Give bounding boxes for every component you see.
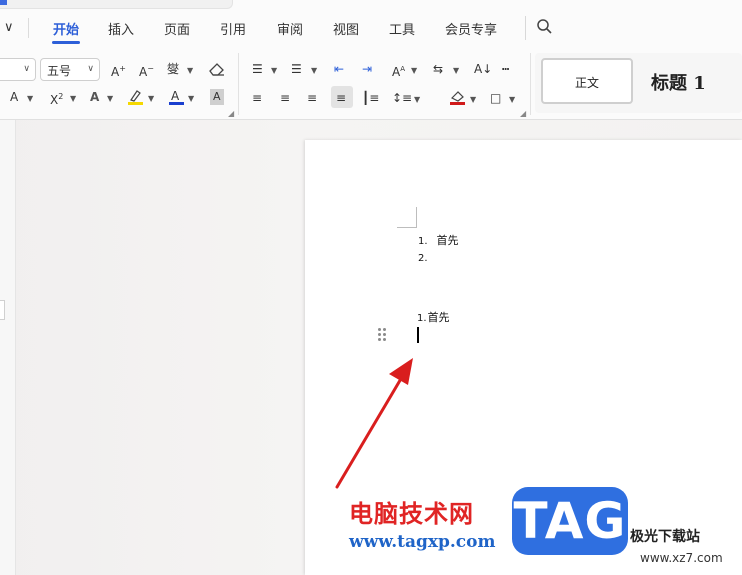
annotation-arrow-icon bbox=[335, 358, 413, 489]
watermark-logo: TAG bbox=[512, 487, 628, 555]
watermark-partner-name: 极光下载站 bbox=[630, 529, 700, 545]
watermark-site-url: www.tagxp.com bbox=[349, 532, 496, 552]
watermark-partner-url: www.xz7.com bbox=[640, 551, 723, 565]
watermark-site-name: 电脑技术网 bbox=[349, 500, 474, 528]
